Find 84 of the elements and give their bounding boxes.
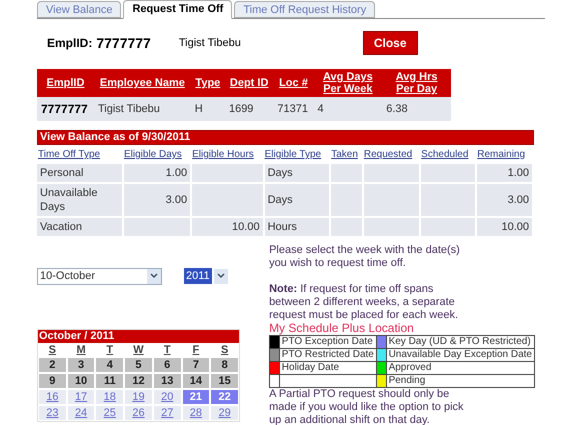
table-cell: Hours (264, 216, 330, 236)
column-header-link[interactable]: EmplID (46, 77, 84, 89)
balance-title-bar: View Balance as of 9/30/2011 (37, 130, 534, 145)
employee-name: Tigist Tibebu (178, 36, 241, 51)
column-header-link[interactable]: Requested (364, 149, 412, 160)
calendar-day: 13 (154, 374, 181, 388)
table-cell: 10.00 (476, 216, 533, 236)
legend-label: PTO Restricted Date (279, 348, 376, 361)
table-cell: 6.38 (382, 97, 451, 121)
calendar-day-link[interactable]: 28 (182, 406, 210, 420)
legend-label: Unavailable Day Exception Date (386, 348, 534, 361)
column-header-link[interactable]: Loc # (279, 77, 308, 89)
weekday-label: W (132, 344, 145, 356)
legend-label: Holiday Date (279, 361, 376, 374)
column-header-link[interactable]: Avg Days Per Week (318, 71, 377, 95)
table-cell: 71371 (273, 97, 314, 121)
column-header-link[interactable]: Employee Name (100, 77, 185, 89)
calendar-day-link[interactable]: 29 (211, 406, 238, 420)
note-text: Note: If request for time off spans between 2 different weeks, a separate request must be placed for each week. (269, 282, 460, 322)
calendar-day: 2 (39, 358, 66, 372)
legend-label: Pending (386, 374, 534, 387)
calendar-day-link[interactable]: 17 (68, 390, 94, 404)
tab[interactable]: View Balance (37, 1, 122, 18)
column-header-link[interactable]: Eligible Hours (192, 149, 254, 160)
table-cell: Tigist Tibebu (94, 97, 191, 121)
calendar-day: 7 (182, 358, 210, 372)
weekday-label: T (105, 344, 114, 356)
calendar-day-link[interactable]: 18 (96, 390, 124, 404)
calendar-day-link[interactable]: 26 (125, 406, 152, 420)
table-cell: H (190, 97, 225, 121)
tab[interactable]: Request Time Off (123, 0, 232, 19)
close-button[interactable]: Close (362, 31, 418, 55)
tab[interactable]: Time Off Request History (234, 1, 376, 18)
table-cell: 7777777 (37, 97, 94, 121)
calendar-day: 8 (211, 358, 238, 372)
emplid-label: EmplID: (47, 35, 92, 52)
calendar-day: 6 (154, 358, 181, 372)
calendar-day-link[interactable]: 25 (96, 406, 124, 420)
column-header-link[interactable]: Type (195, 77, 220, 89)
calendar-day-link[interactable]: 22 (211, 390, 238, 404)
column-header-link[interactable]: Remaining (477, 149, 526, 160)
column-header-link[interactable]: Dept ID (230, 77, 268, 89)
calendar-day: 15 (211, 374, 238, 388)
column-header-link[interactable]: Taken (331, 149, 358, 160)
calendar-day: 5 (125, 358, 152, 372)
weekday-label: S (48, 344, 58, 356)
calendar-day: 11 (96, 374, 124, 388)
table-cell: 10.00 (191, 216, 264, 236)
table-cell: 4 (314, 97, 382, 121)
weekday-label: S (220, 344, 230, 356)
week-select[interactable]: 10-October (37, 268, 162, 284)
column-header-link[interactable]: Eligible Type (264, 149, 322, 160)
column-header-link[interactable]: Eligible Days (124, 149, 182, 160)
emplid-value: 7777777 (96, 34, 151, 52)
calendar-day: 4 (96, 358, 124, 372)
calendar-day: 9 (39, 374, 66, 388)
legend-label: PTO Exception Date (279, 335, 376, 348)
table-cell: 1699 (224, 97, 274, 121)
column-header-link[interactable]: Avg Hrs Per Day (388, 71, 446, 95)
calendar-day-link[interactable]: 20 (154, 390, 181, 404)
partial-note-text: A Partial PTO request should only be made if you would like the option to pick up an additional shift on that day. (269, 388, 465, 425)
weekday-label: M (75, 344, 87, 356)
table-cell: Vacation (37, 216, 123, 236)
calendar-day: 10 (68, 374, 94, 388)
calendar-day-link[interactable]: 19 (125, 390, 152, 404)
calendar-day-link[interactable]: 23 (39, 406, 66, 420)
legend-label: Approved (386, 361, 534, 374)
calendar-day-link[interactable]: 27 (154, 406, 181, 420)
weekday-label: T (162, 344, 172, 356)
chevron-down-icon (147, 268, 161, 284)
calendar-day-link[interactable]: 24 (68, 406, 94, 420)
legend-label: Key Day (UD & PTO Restricted) (386, 335, 534, 348)
schedule-link[interactable]: My Schedule Plus Location (269, 322, 535, 334)
weekday-label: F (192, 344, 200, 356)
calendar-day: 14 (182, 374, 210, 388)
calendar-day-link[interactable]: 16 (39, 390, 66, 404)
calendar-day: 12 (125, 374, 152, 388)
calendar-day-link[interactable]: 21 (182, 390, 210, 404)
calendar-day: 3 (68, 358, 94, 372)
column-header-link[interactable]: Time Off Type (38, 149, 100, 160)
column-header-link[interactable]: Scheduled (421, 149, 468, 160)
instructions-text: Please select the week with the date(s) you wish to request time off. (269, 244, 461, 270)
chevron-down-icon (214, 268, 228, 284)
calendar-title-bar: October / 2011 (38, 330, 239, 342)
